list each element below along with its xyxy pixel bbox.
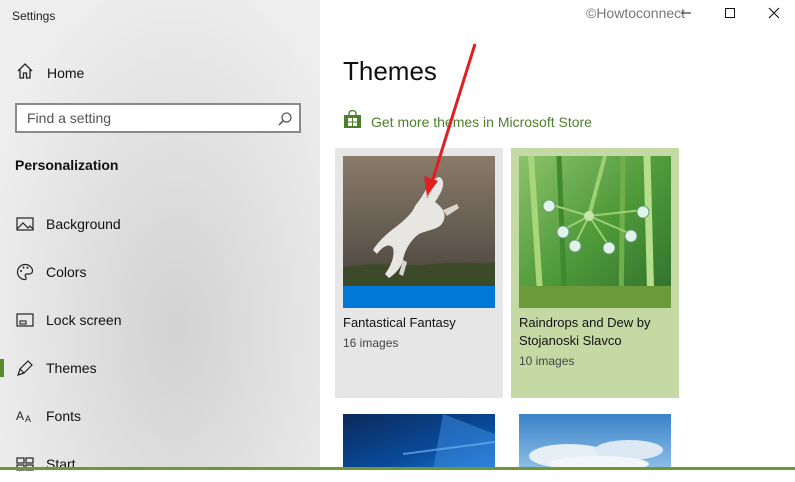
palette-icon [16, 263, 34, 281]
theme-accent-strip [343, 286, 495, 308]
fonts-icon: AA [16, 407, 34, 425]
sidebar-item-fonts[interactable]: AA Fonts [0, 398, 320, 434]
start-icon [16, 455, 34, 473]
sidebar-item-lock-screen[interactable]: Lock screen [0, 302, 320, 338]
home-button[interactable]: Home [16, 62, 84, 84]
theme-card-raindrops-and-dew[interactable]: Raindrops and Dew by Stojanoski Slavco 1… [511, 148, 679, 398]
theme-name: Fantastical Fantasy [343, 315, 456, 330]
picture-icon [16, 215, 34, 233]
page-title: Themes [343, 56, 437, 86]
home-icon [16, 62, 34, 85]
maximize-icon [724, 6, 736, 24]
sidebar-item-label: Colors [46, 264, 87, 280]
home-label: Home [47, 65, 85, 81]
theme-thumbnail [343, 156, 495, 308]
minimize-button[interactable] [664, 4, 708, 26]
search-icon[interactable] [277, 111, 293, 132]
svg-text:A: A [25, 414, 31, 424]
sidebar-item-background[interactable]: Background [0, 206, 320, 242]
maximize-button[interactable] [708, 4, 752, 26]
search-box[interactable] [15, 103, 301, 133]
lock-screen-icon [16, 311, 34, 329]
sidebar-item-label: Background [46, 216, 121, 232]
app-title: Settings [12, 9, 56, 23]
minimize-icon [680, 6, 692, 24]
close-icon [768, 6, 780, 24]
close-button[interactable] [752, 4, 795, 26]
theme-name: Raindrops and Dew by Stojanoski Slavco [519, 315, 651, 348]
theme-image-count: 16 images [343, 336, 399, 350]
theme-card-windows[interactable] [335, 406, 503, 470]
sidebar: Settings Home Personalization Background… [0, 0, 320, 472]
store-link-label: Get more themes in Microsoft Store [371, 114, 592, 130]
theme-image-count: 10 images [519, 354, 575, 368]
theme-card-sky[interactable] [511, 406, 679, 470]
section-title: Personalization [15, 157, 119, 173]
theme-thumbnail [519, 156, 671, 308]
theme-card-fantastical-fantasy[interactable]: Fantastical Fantasy 16 images [335, 148, 503, 398]
theme-accent-strip [519, 286, 671, 308]
store-link[interactable]: Get more themes in Microsoft Store [343, 109, 592, 134]
store-bag-icon [343, 109, 362, 134]
theme-thumbnail [519, 414, 671, 470]
search-input[interactable] [17, 105, 267, 131]
sidebar-item-themes[interactable]: Themes [0, 350, 320, 386]
sidebar-item-start[interactable]: Start [0, 446, 320, 482]
selected-indicator [0, 359, 4, 377]
theme-thumbnail [343, 414, 495, 470]
svg-text:A: A [16, 409, 24, 423]
sidebar-item-label: Lock screen [46, 312, 122, 328]
sidebar-item-colors[interactable]: Colors [0, 254, 320, 290]
sidebar-item-label: Themes [46, 360, 97, 376]
sidebar-item-label: Fonts [46, 408, 82, 424]
brush-icon [16, 359, 34, 377]
